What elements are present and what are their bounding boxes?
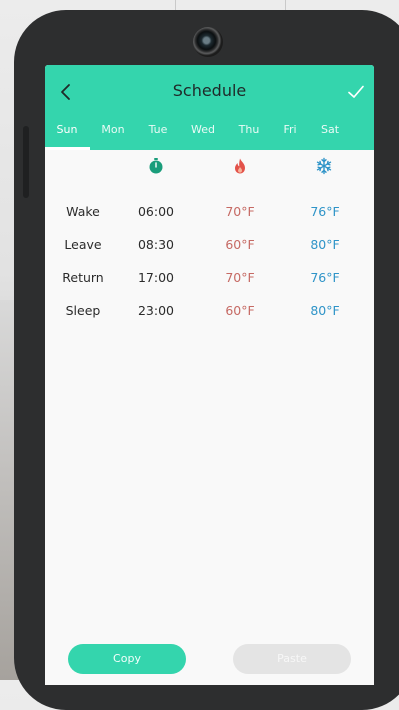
period-time[interactable]: 23:00 <box>125 303 187 318</box>
header-bar: Schedule Sun Mon Tue Wed Thu Fri Sat <box>45 65 374 150</box>
tab-tue[interactable]: Tue <box>140 123 176 136</box>
cool-setpoint[interactable]: 80°F <box>295 237 355 252</box>
schedule-row-sleep[interactable]: Sleep 23:00 60°F 80°F <box>45 303 374 323</box>
paste-button[interactable]: Paste <box>233 644 351 674</box>
period-name: Wake <box>66 204 100 219</box>
period-name: Return <box>62 270 104 285</box>
check-icon <box>348 85 364 98</box>
tab-sun[interactable]: Sun <box>49 123 85 136</box>
cool-setpoint[interactable]: 76°F <box>295 270 355 285</box>
active-tab-indicator <box>45 147 90 150</box>
period-name: Leave <box>64 237 102 252</box>
flame-icon <box>235 158 245 174</box>
copy-button[interactable]: Copy <box>68 644 186 674</box>
cool-setpoint[interactable]: 76°F <box>295 204 355 219</box>
schedule-row-return[interactable]: Return 17:00 70°F 76°F <box>45 270 374 290</box>
cool-setpoint[interactable]: 80°F <box>295 303 355 318</box>
tab-fri[interactable]: Fri <box>272 123 308 136</box>
schedule-row-wake[interactable]: Wake 06:00 70°F 76°F <box>45 204 374 224</box>
app-screen: Schedule Sun Mon Tue Wed Thu Fri Sat Wak… <box>45 65 374 685</box>
front-camera <box>193 27 223 57</box>
period-time[interactable]: 06:00 <box>125 204 187 219</box>
confirm-button[interactable] <box>345 81 367 103</box>
tab-wed[interactable]: Wed <box>185 123 221 136</box>
snowflake-icon <box>316 157 332 175</box>
period-time[interactable]: 17:00 <box>125 270 187 285</box>
phone-side-button <box>23 126 29 198</box>
tab-thu[interactable]: Thu <box>231 123 267 136</box>
tab-mon[interactable]: Mon <box>95 123 131 136</box>
heat-setpoint[interactable]: 70°F <box>210 270 270 285</box>
heat-setpoint[interactable]: 70°F <box>210 204 270 219</box>
tab-sat[interactable]: Sat <box>312 123 348 136</box>
period-time[interactable]: 08:30 <box>125 237 187 252</box>
schedule-row-leave[interactable]: Leave 08:30 60°F 80°F <box>45 237 374 257</box>
timer-icon <box>149 158 163 174</box>
page-title: Schedule <box>172 81 247 100</box>
period-name: Sleep <box>65 303 101 318</box>
heat-setpoint[interactable]: 60°F <box>210 237 270 252</box>
heat-setpoint[interactable]: 60°F <box>210 303 270 318</box>
day-tabs: Sun Mon Tue Wed Thu Fri Sat <box>45 121 374 150</box>
